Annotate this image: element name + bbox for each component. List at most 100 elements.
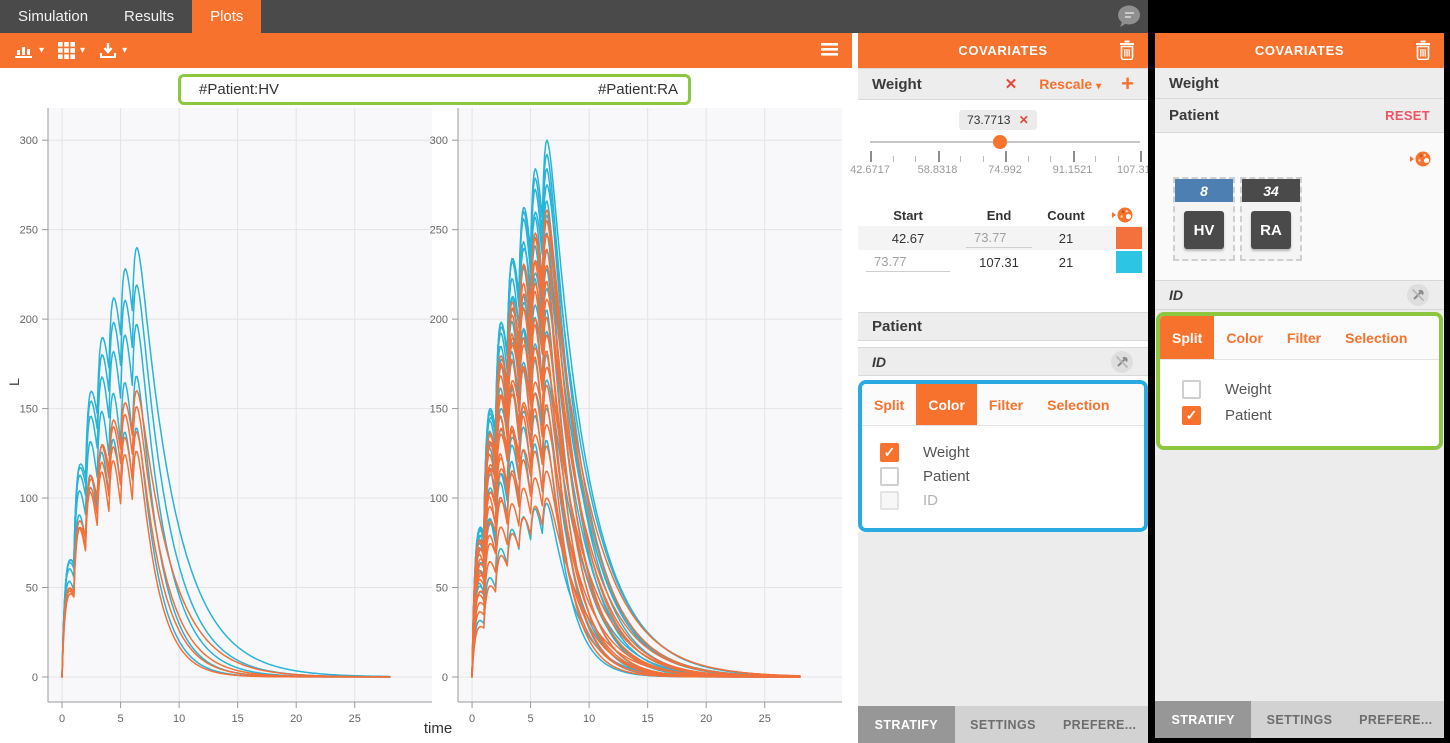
id-section-header[interactable]: ID	[858, 347, 1148, 376]
stratify-tabs: Split Color Filter Selection	[862, 384, 1144, 426]
tab-color[interactable]: Color	[1214, 316, 1275, 359]
group2-color-swatch[interactable]	[1116, 251, 1142, 273]
patient-checkbox[interactable]: ✓	[1182, 406, 1201, 425]
tab-settings[interactable]: SETTINGS	[1251, 701, 1347, 738]
patient-checkbox[interactable]	[880, 467, 899, 486]
weight-slider-section: 73.7713 ✕ 42.671758.831874.99291.1521107…	[858, 100, 1148, 204]
svg-text:5: 5	[528, 713, 534, 725]
group1-start: 42.67	[858, 231, 958, 246]
chart-type-button[interactable]: ▾	[14, 43, 44, 59]
svg-text:250: 250	[20, 225, 38, 237]
overlay-covariates-panel: COVARIATES Weight Patient RESET	[1155, 33, 1444, 738]
reset-button[interactable]: RESET	[1385, 108, 1430, 123]
plot-left-hv[interactable]: 0510152025050100150200250300	[0, 88, 434, 736]
split-checkbox-list: Weight ✓ Patient	[1160, 360, 1439, 446]
svg-text:15: 15	[232, 713, 244, 725]
split-tabs-highlight-box: Split Color Filter Selection Weight ✓ Pa…	[1156, 312, 1443, 450]
plot-toolbar: ▾ ▾ ▾	[0, 33, 852, 68]
layout-grid-icon	[58, 42, 75, 59]
plot-right-ra[interactable]: 0510152025050100150200250300	[410, 88, 844, 736]
rescale-dropdown[interactable]: Rescale ▾	[1039, 76, 1101, 92]
weight-checkbox-label: Weight	[923, 444, 969, 461]
tab-color[interactable]: Color	[916, 384, 977, 425]
palette-button[interactable]	[1092, 207, 1148, 223]
svg-text:25: 25	[349, 713, 361, 725]
tab-filter[interactable]: Filter	[977, 384, 1035, 425]
zoomed-screenshot-overlay: COVARIATES Weight Patient RESET	[1148, 0, 1450, 743]
overlay-covariates-title: COVARIATES	[1255, 43, 1344, 58]
chevron-down-icon: ▾	[122, 45, 127, 56]
slider-track[interactable]	[870, 141, 1140, 143]
svg-text:25: 25	[759, 713, 771, 725]
overlay-id-header[interactable]: ID	[1155, 280, 1444, 310]
export-download-icon	[99, 42, 117, 59]
color-checkbox-list: ✓ Weight Patient ID	[862, 426, 1144, 528]
group-hv-button[interactable]: HV	[1184, 211, 1224, 249]
svg-text:250: 250	[430, 225, 448, 237]
checkbox-row-patient[interactable]: ✓ Patient	[1182, 402, 1439, 428]
group-row-1: 42.67 73.77 21	[858, 226, 1148, 250]
checkbox-row-weight[interactable]: Weight	[1182, 376, 1439, 402]
add-group-button[interactable]: +	[1121, 74, 1134, 94]
svg-text:5: 5	[118, 713, 124, 725]
tab-settings[interactable]: SETTINGS	[955, 706, 1052, 743]
tab-results[interactable]: Results	[106, 0, 192, 33]
patient-section-header[interactable]: Patient	[858, 312, 1148, 341]
eyedropper-disabled-icon[interactable]	[1110, 350, 1134, 374]
overlay-weight-header[interactable]: Weight	[1155, 68, 1444, 99]
tab-split[interactable]: Split	[1160, 316, 1214, 359]
palette-button[interactable]	[1410, 151, 1432, 172]
layout-grid-button[interactable]: ▾	[58, 42, 85, 59]
group2-start-input[interactable]: 73.77	[866, 252, 950, 272]
tab-selection[interactable]: Selection	[1333, 316, 1419, 359]
svg-text:15: 15	[642, 713, 654, 725]
slider-value: 73.7713	[967, 113, 1010, 127]
overlay-patient-header[interactable]: Patient RESET	[1155, 99, 1444, 133]
color-tabs-highlight-box: Split Color Filter Selection ✓ Weight Pa…	[858, 380, 1148, 532]
remove-cut-icon[interactable]: ✕	[1019, 113, 1029, 127]
weight-checkbox[interactable]: ✓	[880, 443, 899, 462]
group1-color-swatch[interactable]	[1116, 227, 1142, 249]
trash-icon[interactable]	[1414, 40, 1432, 63]
tab-preferences[interactable]: PREFERE...	[1051, 706, 1148, 743]
svg-text:100: 100	[430, 493, 448, 505]
plot-menu-button[interactable]	[821, 42, 838, 62]
group1-end-input[interactable]: 73.77	[966, 228, 1032, 248]
tab-preferences[interactable]: PREFERE...	[1348, 701, 1444, 738]
tab-stratify[interactable]: STRATIFY	[858, 706, 955, 743]
tab-simulation[interactable]: Simulation	[0, 0, 106, 33]
svg-text:300: 300	[430, 135, 448, 147]
checkbox-row-weight[interactable]: ✓ Weight	[880, 440, 1144, 464]
svg-text:10: 10	[173, 713, 185, 725]
svg-text:20: 20	[290, 713, 302, 725]
col-count: Count	[1040, 208, 1092, 223]
svg-text:50: 50	[26, 582, 38, 594]
checkbox-row-patient[interactable]: Patient	[880, 464, 1144, 488]
slider-value-chip[interactable]: 73.7713 ✕	[959, 110, 1037, 130]
tab-filter[interactable]: Filter	[1275, 316, 1333, 359]
overlay-stratify-tabs: Split Color Filter Selection	[1160, 316, 1439, 360]
remove-weight-icon[interactable]: ✕	[1005, 75, 1018, 93]
group-row-2: 73.77 107.31 21	[858, 250, 1148, 274]
export-button[interactable]: ▾	[99, 42, 127, 59]
weight-checkbox[interactable]	[1182, 380, 1201, 399]
overlay-bottom-tabs: STRATIFY SETTINGS PREFERE...	[1155, 701, 1444, 738]
panel-filler	[858, 532, 1148, 706]
slider-tick-label: 91.1521	[1053, 164, 1093, 176]
group-ra-button[interactable]: RA	[1251, 211, 1291, 249]
eyedropper-disabled-icon[interactable]	[1406, 283, 1430, 307]
group-ra-box[interactable]: 34 RA	[1240, 177, 1302, 261]
group-hv-box[interactable]: 8 HV	[1173, 177, 1235, 261]
weight-section-header[interactable]: Weight ✕ Rescale ▾ +	[858, 68, 1148, 100]
slider-thumb[interactable]	[993, 135, 1007, 149]
plots-canvas: 0510152025050100150200250300 05101520250…	[0, 68, 858, 743]
tab-plots[interactable]: Plots	[192, 0, 261, 33]
groups-table-header: Start End Count	[858, 204, 1148, 226]
tab-split[interactable]: Split	[862, 384, 916, 425]
tab-stratify[interactable]: STRATIFY	[1155, 701, 1251, 738]
svg-text:0: 0	[32, 672, 38, 684]
plot-title-right: #Patient:RA	[598, 81, 678, 98]
tab-selection[interactable]: Selection	[1035, 384, 1121, 425]
trash-icon[interactable]	[1118, 40, 1136, 63]
chat-bubble-icon[interactable]	[1116, 4, 1142, 28]
